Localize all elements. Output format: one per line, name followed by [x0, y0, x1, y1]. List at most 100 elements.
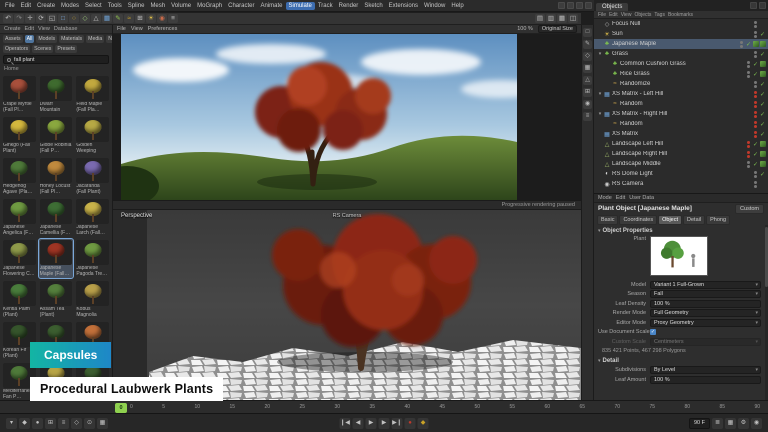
render-visibility-dot[interactable] [754, 105, 757, 108]
menubar-item[interactable]: Create [34, 2, 58, 10]
field-control[interactable]: Centimeters [650, 338, 761, 346]
asset-plant-cell[interactable]: Assam Tea (Plant) [39, 280, 74, 319]
menubar-item[interactable]: Edit [18, 2, 34, 10]
panel-icon[interactable]: ▦ [583, 64, 592, 73]
objects-menu-item[interactable]: Edit [609, 12, 618, 18]
render-visibility-dot[interactable] [747, 155, 750, 158]
object-tree-row[interactable]: ◉ RS Camera ✓ [594, 179, 768, 189]
end-frame-field[interactable]: 90 F [689, 418, 710, 429]
visibility-dots[interactable] [754, 131, 757, 138]
object-tree-row[interactable]: ≈ Randomize ✓ [594, 79, 768, 89]
field-control[interactable]: Variant 1 Full-Grown [650, 281, 761, 289]
viewport-label[interactable]: Perspective [121, 213, 152, 219]
menubar-item[interactable]: Window [421, 2, 448, 10]
enable-checkmark-icon[interactable]: ✓ [752, 71, 759, 78]
enable-checkmark-icon[interactable]: ✓ [759, 171, 766, 178]
asset-plant-cell[interactable]: Kentia Palm (Plant) [2, 280, 37, 319]
object-tree-row[interactable]: △ Landscape Right Hill ✓ [594, 149, 768, 159]
goto-start-button[interactable]: ❙◀ [340, 418, 351, 429]
editor-visibility-dot[interactable] [747, 141, 750, 144]
editor-visibility-dot[interactable] [754, 31, 757, 34]
visibility-dots[interactable] [747, 61, 750, 68]
goto-end-button[interactable]: ▶❙ [392, 418, 403, 429]
render-visibility-dot[interactable] [754, 55, 757, 58]
editor-visibility-dot[interactable] [747, 71, 750, 74]
menubar-item[interactable]: Volume [168, 2, 194, 10]
material-swatch[interactable] [760, 61, 766, 67]
field-control[interactable]: Fall [650, 290, 761, 298]
enable-checkmark-icon[interactable]: ✓ [759, 131, 766, 138]
editor-visibility-dot[interactable] [747, 151, 750, 154]
layout-icon[interactable] [576, 2, 583, 9]
toolbar-icon[interactable]: ⊞ [135, 14, 145, 23]
keyframe-button[interactable]: ◆ [418, 418, 429, 429]
objects-menu-item[interactable]: Tags [654, 12, 665, 18]
render-visibility-dot[interactable] [754, 135, 757, 138]
panel-options-icon[interactable] [759, 2, 766, 9]
section-collapse-icon[interactable]: ▾ [598, 358, 601, 364]
field-control[interactable]: Full Geometry [650, 309, 761, 317]
animation-tool-icon[interactable]: ● [32, 418, 43, 429]
asset-plant-cell[interactable]: Japanese Camellia (F… [39, 198, 74, 237]
render-visibility-dot[interactable] [747, 145, 750, 148]
render-visibility-dot[interactable] [754, 115, 757, 118]
asset-filter-chip[interactable]: All [25, 35, 35, 43]
render-visibility-dot[interactable] [754, 175, 757, 178]
toolbar-icon[interactable]: ◫ [568, 14, 578, 23]
attribute-tab[interactable]: Basic [597, 215, 618, 225]
enable-checkmark-icon[interactable]: ✓ [752, 161, 759, 168]
toolbar-icon[interactable]: ✛ [25, 14, 35, 23]
attributes-menu-item[interactable]: User Data [629, 195, 654, 201]
menubar-item[interactable]: MoGraph [194, 2, 225, 10]
editor-visibility-dot[interactable] [754, 21, 757, 24]
asset-menu-item[interactable]: Create [4, 26, 21, 32]
attributes-menu-item[interactable]: Mode [598, 195, 612, 201]
toolbar-icon[interactable]: △ [91, 14, 101, 23]
asset-plant-cell[interactable]: Japanese Flowering C… [2, 239, 37, 278]
asset-plant-cell[interactable]: Crape Myrtle (Fall Pl… [2, 75, 37, 114]
asset-plant-cell[interactable]: Ginkgo (Fall Plant) [2, 116, 37, 155]
visibility-dots[interactable] [754, 121, 757, 128]
toolbar-icon[interactable]: ▦ [102, 14, 112, 23]
render-visibility-dot[interactable] [747, 65, 750, 68]
renderview-size-dropdown[interactable]: Original Size [538, 25, 577, 33]
material-swatch[interactable] [760, 71, 766, 77]
asset-plant-cell[interactable]: Japanese Pagoda Tre… [75, 239, 110, 278]
panel-icon[interactable]: ✎ [583, 40, 592, 49]
enable-checkmark-icon[interactable]: ✓ [759, 101, 766, 108]
material-swatch[interactable] [760, 161, 766, 167]
enable-checkmark-icon[interactable]: ✓ [759, 121, 766, 128]
object-tree-row[interactable]: ☀ Sun ✓ [594, 29, 768, 39]
menubar-item[interactable]: Modes [58, 2, 82, 10]
editor-visibility-dot[interactable] [754, 81, 757, 84]
panel-icon[interactable]: △ [583, 76, 592, 85]
animation-tool-icon[interactable]: ⊞ [45, 418, 56, 429]
render-visibility-dot[interactable] [747, 75, 750, 78]
timeline-playhead[interactable]: 0 [115, 403, 127, 413]
toolbar-icon[interactable]: ↶ [3, 14, 13, 23]
attribute-tab[interactable]: Detail [683, 215, 705, 225]
asset-plant-cell[interactable]: Jacaranda (Fall Plant) [75, 157, 110, 196]
visibility-dots[interactable] [754, 31, 757, 38]
enable-checkmark-icon[interactable]: ✓ [759, 81, 766, 88]
enable-checkmark-icon[interactable]: ✓ [752, 61, 759, 68]
toolbar-icon[interactable]: ≡ [168, 14, 178, 23]
object-tree-row[interactable]: ◐ RS Dome Light ✓ [594, 169, 768, 179]
asset-search-input[interactable]: fall plant [3, 55, 109, 64]
visibility-dots[interactable] [754, 81, 757, 88]
toolbar-icon[interactable]: ✎ [113, 14, 123, 23]
enable-checkmark-icon[interactable]: ✓ [752, 141, 759, 148]
plant-preview-thumbnail[interactable] [650, 236, 708, 276]
objects-menu-item[interactable]: Bookmarks [668, 12, 693, 18]
editor-visibility-dot[interactable] [754, 131, 757, 134]
enable-checkmark-icon[interactable]: ✓ [759, 111, 766, 118]
toolbar-icon[interactable]: ◉ [157, 14, 167, 23]
material-swatch[interactable] [760, 141, 766, 147]
animation-tool-icon[interactable]: ▦ [97, 418, 108, 429]
asset-menu-item[interactable]: View [38, 26, 50, 32]
editor-visibility-dot[interactable] [747, 61, 750, 64]
visibility-dots[interactable] [740, 41, 743, 48]
transport-option-icon[interactable]: ◉ [751, 418, 762, 429]
section-detail[interactable]: ▾ Detail [598, 357, 763, 365]
object-tree-row[interactable]: ♣ Common Cushion Grass ✓ [594, 59, 768, 69]
